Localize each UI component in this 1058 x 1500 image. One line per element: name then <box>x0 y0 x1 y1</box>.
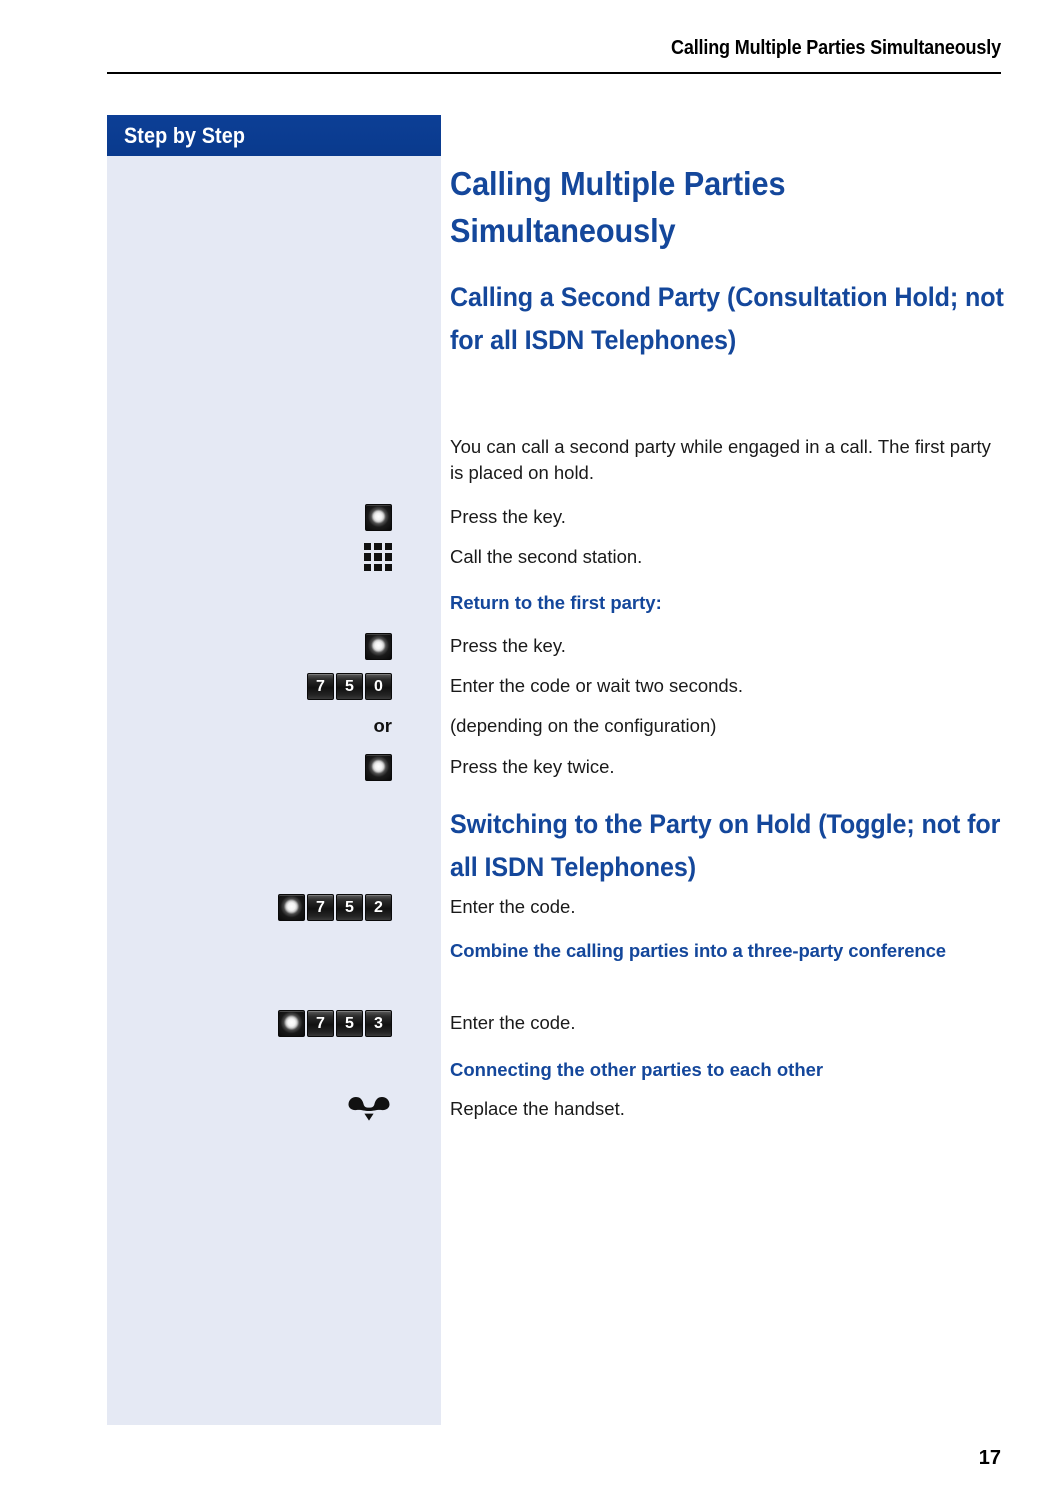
keycap-dot[interactable] <box>278 1009 305 1037</box>
step-label: Press the key twice. <box>450 756 615 777</box>
section1-intro: You can call a second party while engage… <box>450 434 1005 486</box>
sidebar-header-bar: Step by Step <box>107 115 441 156</box>
keypad-icon[interactable] <box>364 543 392 571</box>
step-gutter: 7 5 0 <box>0 669 392 703</box>
step-label: Call the second station. <box>450 546 643 567</box>
step-label: Press the key. <box>450 506 566 527</box>
keypad-cell <box>384 543 392 551</box>
step-press-the-key-2: Press the key. <box>0 629 1010 663</box>
section-heading-switching-party-on-hold: Switching to the Party on Hold (Toggle; … <box>450 809 1001 882</box>
section1-intro-text: You can call a second party while engage… <box>450 436 991 483</box>
keycap-digit[interactable]: 0 <box>365 672 392 700</box>
keypad-cell <box>384 553 392 561</box>
keypad-cell <box>384 563 392 571</box>
keycap-group-753[interactable]: 7 5 3 <box>278 1009 392 1037</box>
page-title: Calling Multiple Parties Simultaneously <box>450 165 786 249</box>
step-label: Press the key. <box>450 635 566 656</box>
keycap-digit[interactable]: 3 <box>365 1009 392 1037</box>
step-call-second-station: Call the second station. <box>0 540 1010 574</box>
sidebar-header-label: Step by Step <box>124 123 246 148</box>
subheading-connecting-other-parties: Connecting the other parties to each oth… <box>0 1053 1010 1087</box>
keycap-group-752[interactable]: 7 5 2 <box>278 893 392 921</box>
step-gutter: or <box>0 709 393 743</box>
step-enter-code-750: 7 5 0 Enter the code or wait two seconds… <box>0 669 1010 703</box>
running-header-text: Calling Multiple Parties Simultaneously <box>671 36 1001 59</box>
round-key-icon[interactable] <box>365 503 392 531</box>
keycap-group-750[interactable]: 7 5 0 <box>307 672 392 700</box>
step-or-depending-on-configuration: or (depending on the configuration) <box>0 709 1010 743</box>
round-key-icon[interactable] <box>365 753 392 781</box>
section2-heading-wrap: Switching to the Party on Hold (Toggle; … <box>450 803 1050 889</box>
subheading-label: Return to the first party: <box>450 592 662 613</box>
handset-icon[interactable] <box>346 1094 392 1124</box>
step-press-the-key-twice: Press the key twice. <box>0 750 1010 784</box>
section-heading-calling-second-party: Calling a Second Party (Consultation Hol… <box>450 282 1004 355</box>
header-divider <box>107 72 1001 74</box>
step-gutter <box>0 500 392 534</box>
step-gutter <box>0 750 392 784</box>
step-label: (depending on the configuration) <box>450 715 717 736</box>
keypad-cell <box>374 543 382 551</box>
step-gutter <box>0 540 392 574</box>
round-key-icon[interactable] <box>365 632 392 660</box>
keycap-digit[interactable]: 7 <box>307 1009 334 1037</box>
step-gutter <box>0 1092 392 1126</box>
running-header: Calling Multiple Parties Simultaneously <box>107 36 1001 60</box>
subheading-label: Connecting the other parties to each oth… <box>450 1059 824 1080</box>
step-gutter <box>0 629 392 663</box>
or-marker: or <box>373 715 393 736</box>
page-number: 17 <box>0 1447 1001 1470</box>
step-replace-handset: Replace the handset. <box>0 1092 1010 1126</box>
keypad-cell <box>364 543 372 551</box>
step-press-the-key-1: Press the key. <box>0 500 1010 534</box>
step-label: Enter the code. <box>450 896 576 917</box>
content-column: Calling Multiple Parties Simultaneously … <box>450 160 1010 362</box>
subheading-combine-parties: Combine the calling parties into a three… <box>450 940 946 961</box>
keypad-cell <box>364 563 372 571</box>
step-label: Enter the code. <box>450 1012 576 1033</box>
keycap-dot[interactable] <box>278 893 305 921</box>
subheading-return-to-first-party: Return to the first party: <box>0 586 1010 620</box>
keycap-digit[interactable]: 7 <box>307 893 334 921</box>
keycap-digit[interactable]: 2 <box>365 893 392 921</box>
keycap-digit[interactable]: 5 <box>336 1009 363 1037</box>
keypad-cell <box>374 563 382 571</box>
step-gutter: 7 5 3 <box>0 1006 392 1040</box>
step-enter-code-753: 7 5 3 Enter the code. <box>0 1006 1010 1040</box>
keypad-cell <box>374 553 382 561</box>
keycap-digit[interactable]: 7 <box>307 672 334 700</box>
page-number-text: 17 <box>978 1447 1001 1469</box>
subheading-combine-parties-wrap: Combine the calling parties into a three… <box>450 937 970 965</box>
step-gutter: 7 5 2 <box>0 890 392 924</box>
step-label: Enter the code or wait two seconds. <box>450 675 744 696</box>
step-enter-code-752: 7 5 2 Enter the code. <box>0 890 1010 924</box>
step-label: Replace the handset. <box>450 1098 625 1119</box>
keycap-digit[interactable]: 5 <box>336 893 363 921</box>
keypad-cell <box>364 553 372 561</box>
keycap-digit[interactable]: 5 <box>336 672 363 700</box>
